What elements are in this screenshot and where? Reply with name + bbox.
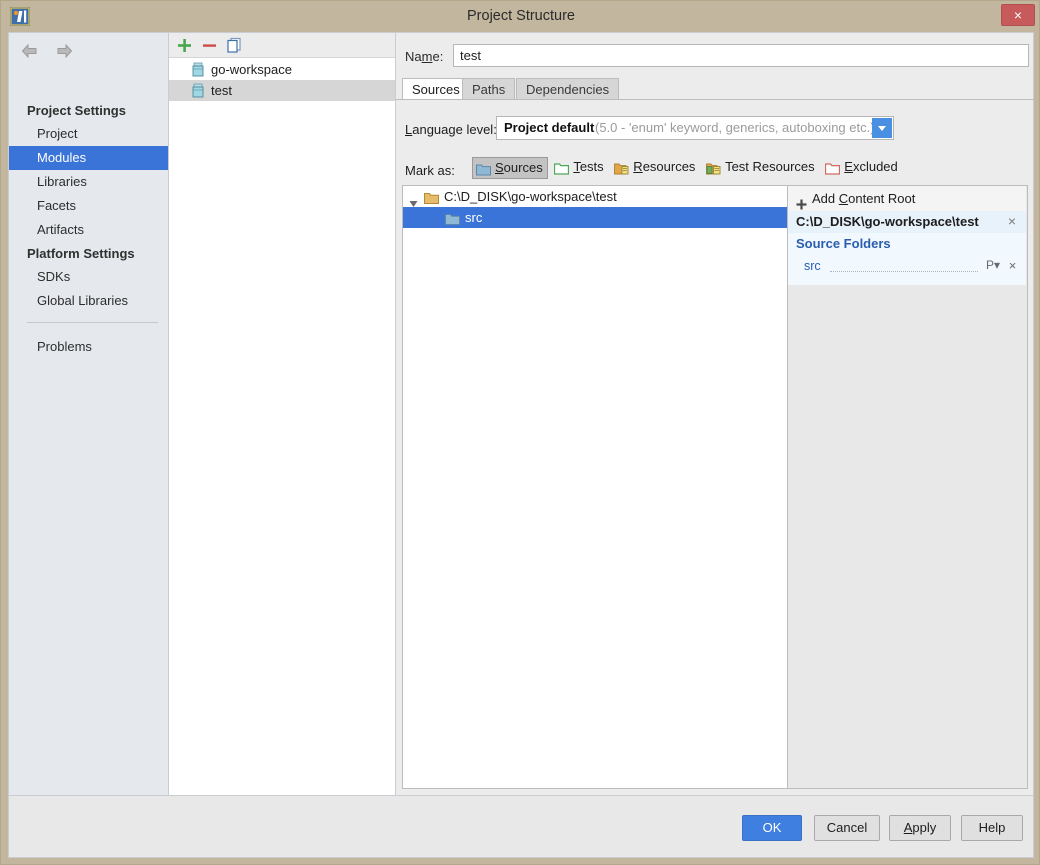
sidebar-item-modules[interactable]: Modules: [9, 146, 169, 170]
chevron-down-icon[interactable]: [409, 193, 418, 207]
folder-sources-icon: [445, 211, 460, 225]
remove-content-root-button[interactable]: ×: [1004, 212, 1020, 230]
copy-module-button[interactable]: [225, 36, 245, 55]
tab-dependencies[interactable]: Dependencies: [516, 78, 620, 100]
tab-sources[interactable]: Sources: [402, 78, 470, 100]
dialog-footer: OK Cancel Apply Help: [8, 796, 1034, 858]
language-level-value: Project default: [504, 120, 595, 135]
mark-as-excluded-label: Excluded: [844, 159, 898, 174]
package-prefix-icon[interactable]: P▾: [986, 258, 1000, 272]
language-level-combobox[interactable]: Project default (5.0 - 'enum' keyword, g…: [496, 116, 894, 140]
add-module-button[interactable]: [175, 36, 195, 55]
source-folders-section: Source Folders src P▾ ×: [788, 233, 1026, 285]
add-content-root-button[interactable]: Add Content Root: [788, 186, 1026, 211]
mark-as-excluded-button[interactable]: Excluded: [822, 157, 901, 179]
module-icon: [191, 83, 205, 98]
module-list-item-test[interactable]: test: [169, 80, 395, 101]
content-root-detail-panel: Add Content Root C:\D_DISK\go-workspace\…: [788, 185, 1028, 789]
sidebar-group-project-settings: Project Settings: [27, 103, 126, 118]
modules-list-panel: go-workspace test: [168, 32, 396, 796]
content-root-path-header: C:\D_DISK\go-workspace\test ×: [788, 211, 1026, 233]
sidebar-item-problems[interactable]: Problems: [9, 335, 169, 359]
folder-sources-icon: [476, 162, 491, 176]
language-level-label: Language level:: [405, 122, 497, 137]
window-title: Project Structure: [467, 8, 575, 24]
sidebar-item-facets[interactable]: Facets: [9, 194, 169, 218]
mark-as-buttons: Sources Tests Resources Test Resources E…: [472, 157, 902, 179]
navigation-arrows: [19, 41, 83, 63]
ok-button[interactable]: OK: [742, 815, 802, 841]
source-folder-name: src: [804, 259, 821, 273]
mark-as-tests-button[interactable]: Tests: [551, 157, 607, 179]
mark-as-test-resources-label: Test Resources: [725, 159, 815, 174]
add-content-root-label: Add Content Root: [812, 191, 916, 206]
tree-row-src[interactable]: src: [403, 207, 787, 228]
source-folder-row[interactable]: src P▾ ×: [788, 257, 1026, 277]
module-editor-panel: Name: test Sources Paths Dependencies La…: [396, 32, 1034, 796]
module-list-item-go-workspace[interactable]: go-workspace: [169, 59, 395, 80]
sidebar-divider: [27, 322, 158, 323]
sidebar-group-platform-settings: Platform Settings: [27, 246, 135, 261]
module-list-item-label: test: [211, 83, 232, 98]
tree-row-label: C:\D_DISK\go-workspace\test: [444, 189, 617, 204]
project-structure-dialog: Project Structure × Project Settings Pro…: [0, 0, 1040, 865]
chevron-down-icon[interactable]: [872, 118, 892, 138]
folder-tests-icon: [554, 161, 570, 175]
source-folders-title: Source Folders: [796, 236, 891, 251]
settings-sidebar: Project Settings Project Modules Librari…: [8, 32, 169, 796]
sidebar-item-project[interactable]: Project: [9, 122, 169, 146]
mark-as-sources-label: Sources: [495, 160, 543, 175]
forward-arrow-icon[interactable]: [53, 41, 75, 61]
language-level-description: (5.0 - 'enum' keyword, generics, autobox…: [595, 120, 875, 135]
module-tabs: Sources Paths Dependencies: [402, 78, 1034, 100]
module-name-input[interactable]: test: [453, 44, 1029, 67]
sidebar-item-global-libraries[interactable]: Global Libraries: [9, 289, 169, 313]
module-list-item-label: go-workspace: [211, 62, 292, 77]
folder-resources-icon: [614, 161, 629, 175]
cancel-button[interactable]: Cancel: [814, 815, 880, 841]
content-root-tree: C:\D_DISK\go-workspace\test src: [402, 185, 788, 789]
tab-paths[interactable]: Paths: [462, 78, 516, 100]
mark-as-label: Mark as:: [405, 163, 455, 178]
title-bar: Project Structure ×: [1, 1, 1040, 32]
mark-as-tests-label: Tests: [573, 159, 604, 174]
mark-as-resources-label: Resources: [633, 159, 696, 174]
folder-excluded-icon: [825, 161, 841, 175]
mark-as-test-resources-button[interactable]: Test Resources: [703, 157, 819, 179]
folder-icon: [424, 190, 439, 204]
remove-module-button[interactable]: [200, 36, 220, 55]
tree-row-content-root[interactable]: C:\D_DISK\go-workspace\test: [403, 186, 787, 207]
dialog-content: Project Settings Project Modules Librari…: [8, 32, 1034, 858]
module-icon: [191, 62, 205, 77]
help-button[interactable]: Help: [961, 815, 1023, 841]
mark-as-sources-button[interactable]: Sources: [472, 157, 548, 179]
plus-icon: [796, 193, 807, 210]
tree-row-label: src: [465, 210, 483, 225]
mark-as-resources-button[interactable]: Resources: [611, 157, 699, 179]
apply-button[interactable]: Apply: [889, 815, 951, 841]
sidebar-item-artifacts[interactable]: Artifacts: [9, 218, 169, 242]
content-root-path: C:\D_DISK\go-workspace\test: [796, 214, 979, 229]
tab-underline: [396, 99, 1034, 100]
folder-test-resources-icon: [706, 161, 721, 175]
dotted-leader: [830, 271, 978, 272]
close-window-button[interactable]: ×: [1001, 4, 1035, 26]
back-arrow-icon[interactable]: [19, 41, 41, 61]
remove-source-folder-button[interactable]: ×: [1005, 257, 1020, 275]
name-label: Name:: [405, 49, 444, 64]
sidebar-item-libraries[interactable]: Libraries: [9, 170, 169, 194]
modules-toolbar: [169, 33, 395, 58]
sidebar-item-sdks[interactable]: SDKs: [9, 265, 169, 289]
